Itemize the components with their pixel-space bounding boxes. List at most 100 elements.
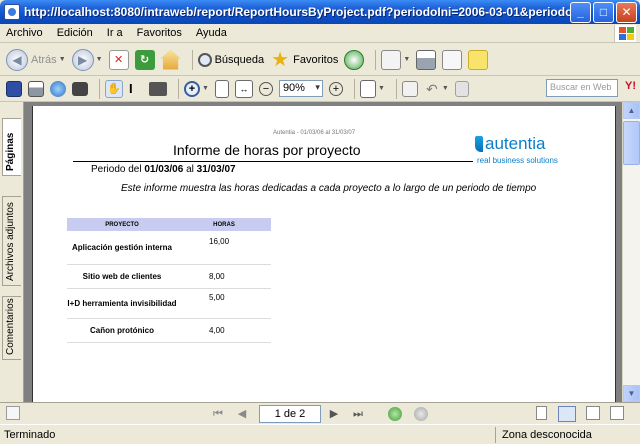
last-page-icon[interactable]: ⏭ [350, 406, 366, 422]
back-button[interactable]: ◀ Atrás ▼ [6, 48, 66, 72]
history-button[interactable] [344, 48, 365, 72]
table-header-row: PROYECTO HORAS [67, 218, 271, 231]
scroll-down-arrow-icon[interactable]: ▼ [623, 385, 640, 402]
sign-button[interactable] [401, 77, 418, 101]
print-pdf-button[interactable] [28, 77, 44, 101]
home-button[interactable] [160, 48, 181, 72]
table-row: I+D herramienta invisibilidad 5,00 [67, 288, 271, 319]
status-bar: Terminado Zona desconocida [0, 424, 640, 444]
zoom-select[interactable]: 90% [278, 77, 323, 101]
logo-subtitle: real business solutions [477, 156, 558, 165]
menu-edicion[interactable]: Edición [57, 27, 93, 39]
email-pdf-button[interactable] [50, 77, 66, 101]
forward-button[interactable]: ▶ ▼ [71, 48, 103, 72]
next-page-icon[interactable]: ▶ [326, 406, 342, 422]
search-button[interactable]: Búsqueda [197, 48, 264, 72]
stop-button[interactable]: ✕ [108, 48, 129, 72]
table-row: Sitio web de clientes 8,00 [67, 264, 271, 289]
save-copy-button[interactable] [6, 77, 22, 101]
single-page-icon[interactable] [536, 406, 547, 420]
rotate-button[interactable]: ▼ [359, 77, 385, 101]
continuous-page-icon[interactable] [558, 406, 576, 422]
notes-button[interactable] [468, 48, 489, 72]
history-icon [344, 49, 365, 70]
yahoo-icon[interactable]: Y! [625, 80, 636, 92]
hours-table: PROYECTO HORAS Aplicación gestión intern… [67, 218, 271, 343]
mail-button[interactable]: ▼ [381, 48, 410, 72]
edit-button[interactable] [442, 48, 463, 72]
scrollbar-thumb[interactable] [623, 121, 640, 165]
zoom-level-field[interactable]: 90% [278, 80, 323, 97]
tab-pages[interactable]: Páginas [2, 118, 21, 176]
actual-size-button[interactable] [214, 77, 229, 101]
chevron-down-icon[interactable]: ▼ [202, 85, 209, 92]
copy-button[interactable] [454, 77, 469, 101]
options-icon[interactable] [6, 406, 20, 420]
menu-ayuda[interactable]: Ayuda [196, 27, 227, 39]
zoom-in-tool-button[interactable]: + ▼ [184, 77, 209, 101]
pdf-page: Autentia - 01/03/06 al 31/03/07 Informe … [32, 106, 616, 402]
page-navigation-bar: ⏮ ◀ 1 de 2 ▶ ⏭ [0, 402, 640, 424]
menu-favoritos[interactable]: Favoritos [137, 27, 182, 39]
facing-pages-icon[interactable] [586, 406, 600, 420]
go-back-view-icon[interactable] [388, 407, 402, 421]
snapshot-button[interactable] [149, 77, 167, 101]
previous-page-icon[interactable]: ◀ [234, 406, 250, 422]
zoom-in-button[interactable]: + [328, 77, 343, 101]
find-button[interactable] [72, 77, 88, 101]
hand-tool-button[interactable]: ✋ [105, 77, 123, 101]
camera-icon [149, 81, 167, 96]
select-text-button[interactable]: I [129, 77, 143, 101]
first-page-icon[interactable]: ⏮ [210, 406, 226, 422]
window-title: http://localhost:8080/intraweb/report/Re… [24, 5, 590, 19]
close-button[interactable]: ✕ [616, 2, 637, 23]
back-label: Atrás [31, 53, 57, 66]
period-end: 31/03/07 [196, 164, 236, 175]
refresh-button[interactable]: ↻ [134, 48, 155, 72]
maximize-button[interactable]: □ [593, 2, 614, 23]
title-divider [73, 161, 473, 162]
undo-button[interactable]: ↶ ▼ [424, 77, 449, 101]
toolbar-separator [99, 78, 100, 99]
chevron-down-icon[interactable]: ▼ [96, 56, 103, 63]
minimize-button[interactable]: _ [570, 2, 591, 23]
printer-icon [28, 80, 44, 97]
chevron-down-icon[interactable]: ▼ [378, 85, 385, 92]
table-row: Cañon protónico 4,00 [67, 318, 271, 343]
hours-cell: 16,00 [177, 231, 271, 265]
tab-attachments-label: Archivos adjuntos [5, 202, 16, 281]
chevron-down-icon[interactable]: ▼ [59, 56, 66, 63]
document-viewport[interactable]: Autentia - 01/03/06 al 31/03/07 Informe … [24, 102, 622, 402]
favorites-button[interactable]: ★ Favoritos [270, 48, 338, 72]
print-button[interactable] [416, 48, 437, 72]
tab-comments[interactable]: Comentarios [2, 296, 21, 360]
hours-cell: 5,00 [177, 288, 271, 319]
browser-icon [4, 4, 20, 20]
zoom-out-button[interactable]: − [258, 77, 273, 101]
status-text: Terminado [0, 426, 496, 443]
scroll-up-arrow-icon[interactable]: ▲ [623, 102, 640, 119]
search-web-field[interactable]: Buscar en Web [546, 79, 618, 97]
toolbar-separator [178, 78, 179, 99]
page-number-field[interactable]: 1 de 2 [259, 405, 321, 423]
go-forward-view-icon[interactable] [414, 407, 428, 421]
toolbar-separator [375, 49, 377, 70]
binoculars-icon [72, 81, 88, 96]
navigation-panel: Páginas Archivos adjuntos Comentarios [0, 102, 24, 402]
continuous-facing-icon[interactable] [610, 406, 624, 420]
menu-archivo[interactable]: Archivo [6, 27, 43, 39]
fit-width-button[interactable]: ↔ [234, 77, 253, 101]
title-bar: http://localhost:8080/intraweb/report/Re… [0, 0, 640, 24]
tab-pages-label: Páginas [5, 132, 16, 171]
copy-icon [454, 80, 469, 97]
toolbar-separator [353, 78, 355, 99]
security-zone: Zona desconocida [502, 428, 592, 441]
zoom-in-icon: + [328, 81, 343, 96]
menu-ir-a[interactable]: Ir a [107, 27, 123, 39]
chevron-down-icon[interactable]: ▼ [442, 85, 449, 92]
report-period: Periodo del 01/03/06 al 31/03/07 [91, 164, 236, 175]
vertical-scrollbar[interactable]: ▲ ▼ [622, 102, 640, 402]
tab-attachments[interactable]: Archivos adjuntos [2, 196, 21, 286]
chevron-down-icon[interactable]: ▼ [403, 56, 410, 63]
search-icon [197, 52, 212, 67]
